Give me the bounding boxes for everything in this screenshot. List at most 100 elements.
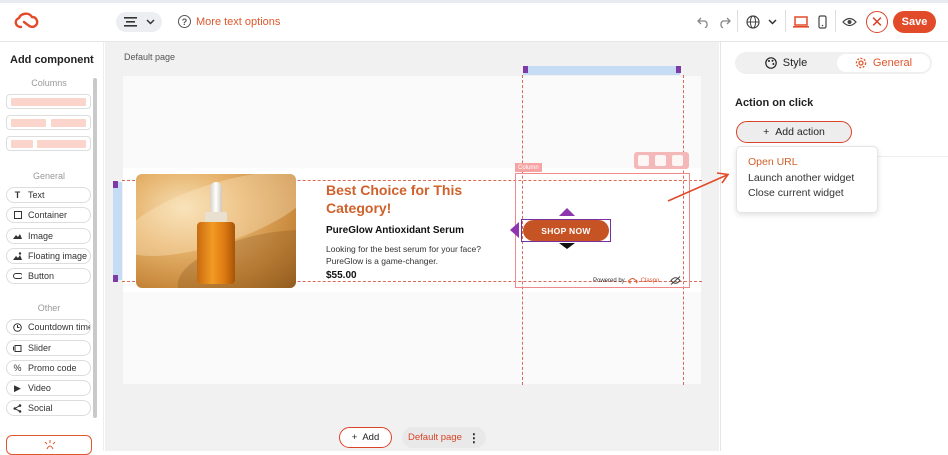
brand-name: Claspo bbox=[640, 278, 660, 284]
laptop-icon[interactable] bbox=[792, 13, 810, 31]
sidebar-item-label: Social bbox=[28, 403, 53, 413]
tab-style-label: Style bbox=[782, 57, 808, 69]
slider-icon bbox=[13, 344, 22, 352]
plus-icon: + bbox=[763, 126, 770, 138]
powered-by-label: Powered by bbox=[593, 278, 625, 284]
plus-icon: + bbox=[351, 432, 358, 443]
sidebar-item-social[interactable]: Social bbox=[6, 400, 91, 416]
align-middle-icon[interactable] bbox=[655, 155, 666, 166]
column-layout-3[interactable] bbox=[6, 136, 91, 151]
question-circle-icon: ? bbox=[178, 15, 191, 28]
sidebar-item-label: Text bbox=[28, 190, 45, 200]
text-align-dropdown[interactable] bbox=[116, 12, 162, 32]
phone-icon[interactable] bbox=[813, 13, 831, 31]
sidebar-item-promo-code[interactable]: % Promo code bbox=[6, 360, 91, 376]
eye-off-icon[interactable] bbox=[670, 276, 681, 287]
tab-style[interactable]: Style bbox=[738, 54, 834, 72]
sidebar-item-slider[interactable]: Slider bbox=[6, 340, 91, 356]
palette-icon bbox=[764, 57, 777, 69]
guide-handle[interactable] bbox=[113, 275, 118, 282]
add-page-button[interactable]: + Add bbox=[339, 427, 392, 448]
sidebar-item-floating-image[interactable]: Floating image bbox=[6, 248, 91, 264]
page-tab-default[interactable]: Default page ⋮ bbox=[402, 427, 486, 448]
other-section-label: Other bbox=[37, 303, 61, 313]
container-icon bbox=[13, 211, 22, 219]
lightbulb-icon bbox=[44, 440, 56, 450]
language-chevron-down-icon[interactable] bbox=[763, 13, 781, 31]
sidebar-scrollbar[interactable] bbox=[93, 78, 97, 418]
align-center-icon bbox=[124, 17, 137, 27]
play-icon: ▶ bbox=[14, 382, 21, 393]
top-progress-line bbox=[0, 0, 948, 3]
toolbar-divider bbox=[737, 10, 738, 32]
kebab-menu-icon[interactable]: ⋮ bbox=[468, 431, 480, 445]
clock-icon bbox=[13, 322, 22, 332]
sidebar-item-video[interactable]: ▶ Video bbox=[6, 380, 91, 396]
more-text-options-link[interactable]: ? More text options bbox=[178, 15, 280, 28]
image-icon bbox=[13, 232, 22, 240]
panel-divider bbox=[878, 156, 948, 157]
column-resize-guide-top[interactable] bbox=[523, 66, 680, 75]
columns-section-label: Columns bbox=[31, 78, 67, 88]
guide-handle[interactable] bbox=[676, 66, 681, 73]
add-label: Add bbox=[362, 432, 380, 443]
claspo-mini-logo-icon bbox=[627, 278, 638, 284]
tab-general-label: General bbox=[872, 57, 913, 69]
sidebar-item-label: Slider bbox=[28, 343, 52, 353]
annotation-arrow-icon bbox=[667, 172, 730, 202]
product-description[interactable]: Looking for the best serum for your face… bbox=[326, 243, 486, 267]
close-icon[interactable]: ✕ bbox=[866, 11, 888, 33]
sidebar-item-image[interactable]: Image bbox=[6, 228, 91, 244]
eye-icon[interactable] bbox=[840, 13, 858, 31]
page-title: Default page bbox=[124, 52, 176, 62]
globe-icon[interactable] bbox=[744, 13, 762, 31]
toolbar-divider bbox=[785, 10, 786, 32]
menu-item-open-url[interactable]: Open URL bbox=[748, 156, 798, 168]
button-icon bbox=[13, 273, 22, 279]
product-price[interactable]: $55.00 bbox=[326, 270, 357, 281]
page-tab-label: Default page bbox=[408, 432, 462, 443]
sidebar-item-label: Promo code bbox=[28, 363, 77, 373]
guide-handle[interactable] bbox=[523, 66, 528, 73]
sidebar-item-container[interactable]: Container bbox=[6, 207, 91, 223]
chevron-down-icon bbox=[146, 19, 155, 25]
sidebar-item-countdown[interactable]: Countdown timer bbox=[6, 319, 91, 335]
menu-item-close-widget[interactable]: Close current widget bbox=[748, 187, 844, 199]
align-right-icon[interactable] bbox=[672, 155, 683, 166]
menu-item-launch-widget[interactable]: Launch another widget bbox=[748, 172, 854, 184]
action-on-click-heading: Action on click bbox=[735, 97, 814, 109]
column-layout-1[interactable] bbox=[6, 94, 91, 109]
product-headline[interactable]: Best Choice for This Category! bbox=[326, 181, 506, 217]
redo-icon[interactable] bbox=[715, 13, 733, 31]
sidebar-item-button[interactable]: Button bbox=[6, 268, 91, 284]
component-sidebar: Add component Columns General T Text Cont… bbox=[0, 42, 104, 455]
sidebar-item-text[interactable]: T Text bbox=[6, 187, 91, 203]
widget-resize-guide-left[interactable] bbox=[113, 182, 122, 280]
serum-dropper bbox=[210, 182, 222, 214]
align-left-icon[interactable] bbox=[638, 155, 649, 166]
share-icon bbox=[13, 403, 22, 413]
sidebar-item-label: Container bbox=[28, 210, 68, 220]
sidebar-item-label: Countdown timer bbox=[28, 322, 91, 332]
more-text-options-label: More text options bbox=[196, 15, 281, 28]
column-layout-2[interactable] bbox=[6, 115, 91, 130]
product-image[interactable] bbox=[136, 174, 296, 288]
column-tag: Column bbox=[515, 163, 542, 172]
move-down-handle-icon[interactable] bbox=[559, 243, 575, 249]
sidebar-item-label: Floating image bbox=[28, 251, 88, 261]
guide-handle[interactable] bbox=[113, 181, 118, 188]
column-toolbar[interactable] bbox=[634, 152, 689, 169]
claspo-logo-icon[interactable] bbox=[13, 12, 39, 30]
tab-general[interactable]: General bbox=[837, 54, 930, 72]
serum-bottle bbox=[197, 222, 235, 284]
sidebar-bottom-button[interactable] bbox=[6, 435, 92, 455]
move-up-handle-icon[interactable] bbox=[559, 208, 575, 216]
save-button[interactable]: Save bbox=[893, 11, 936, 33]
sidebar-item-label: Image bbox=[28, 231, 54, 241]
undo-icon[interactable] bbox=[694, 13, 712, 31]
floating-image-icon bbox=[13, 251, 22, 261]
move-left-handle-icon[interactable] bbox=[510, 222, 519, 238]
product-name[interactable]: PureGlow Antioxidant Serum bbox=[326, 225, 464, 236]
add-action-label: Add action bbox=[775, 126, 825, 138]
add-action-button[interactable]: + Add action bbox=[736, 121, 852, 143]
